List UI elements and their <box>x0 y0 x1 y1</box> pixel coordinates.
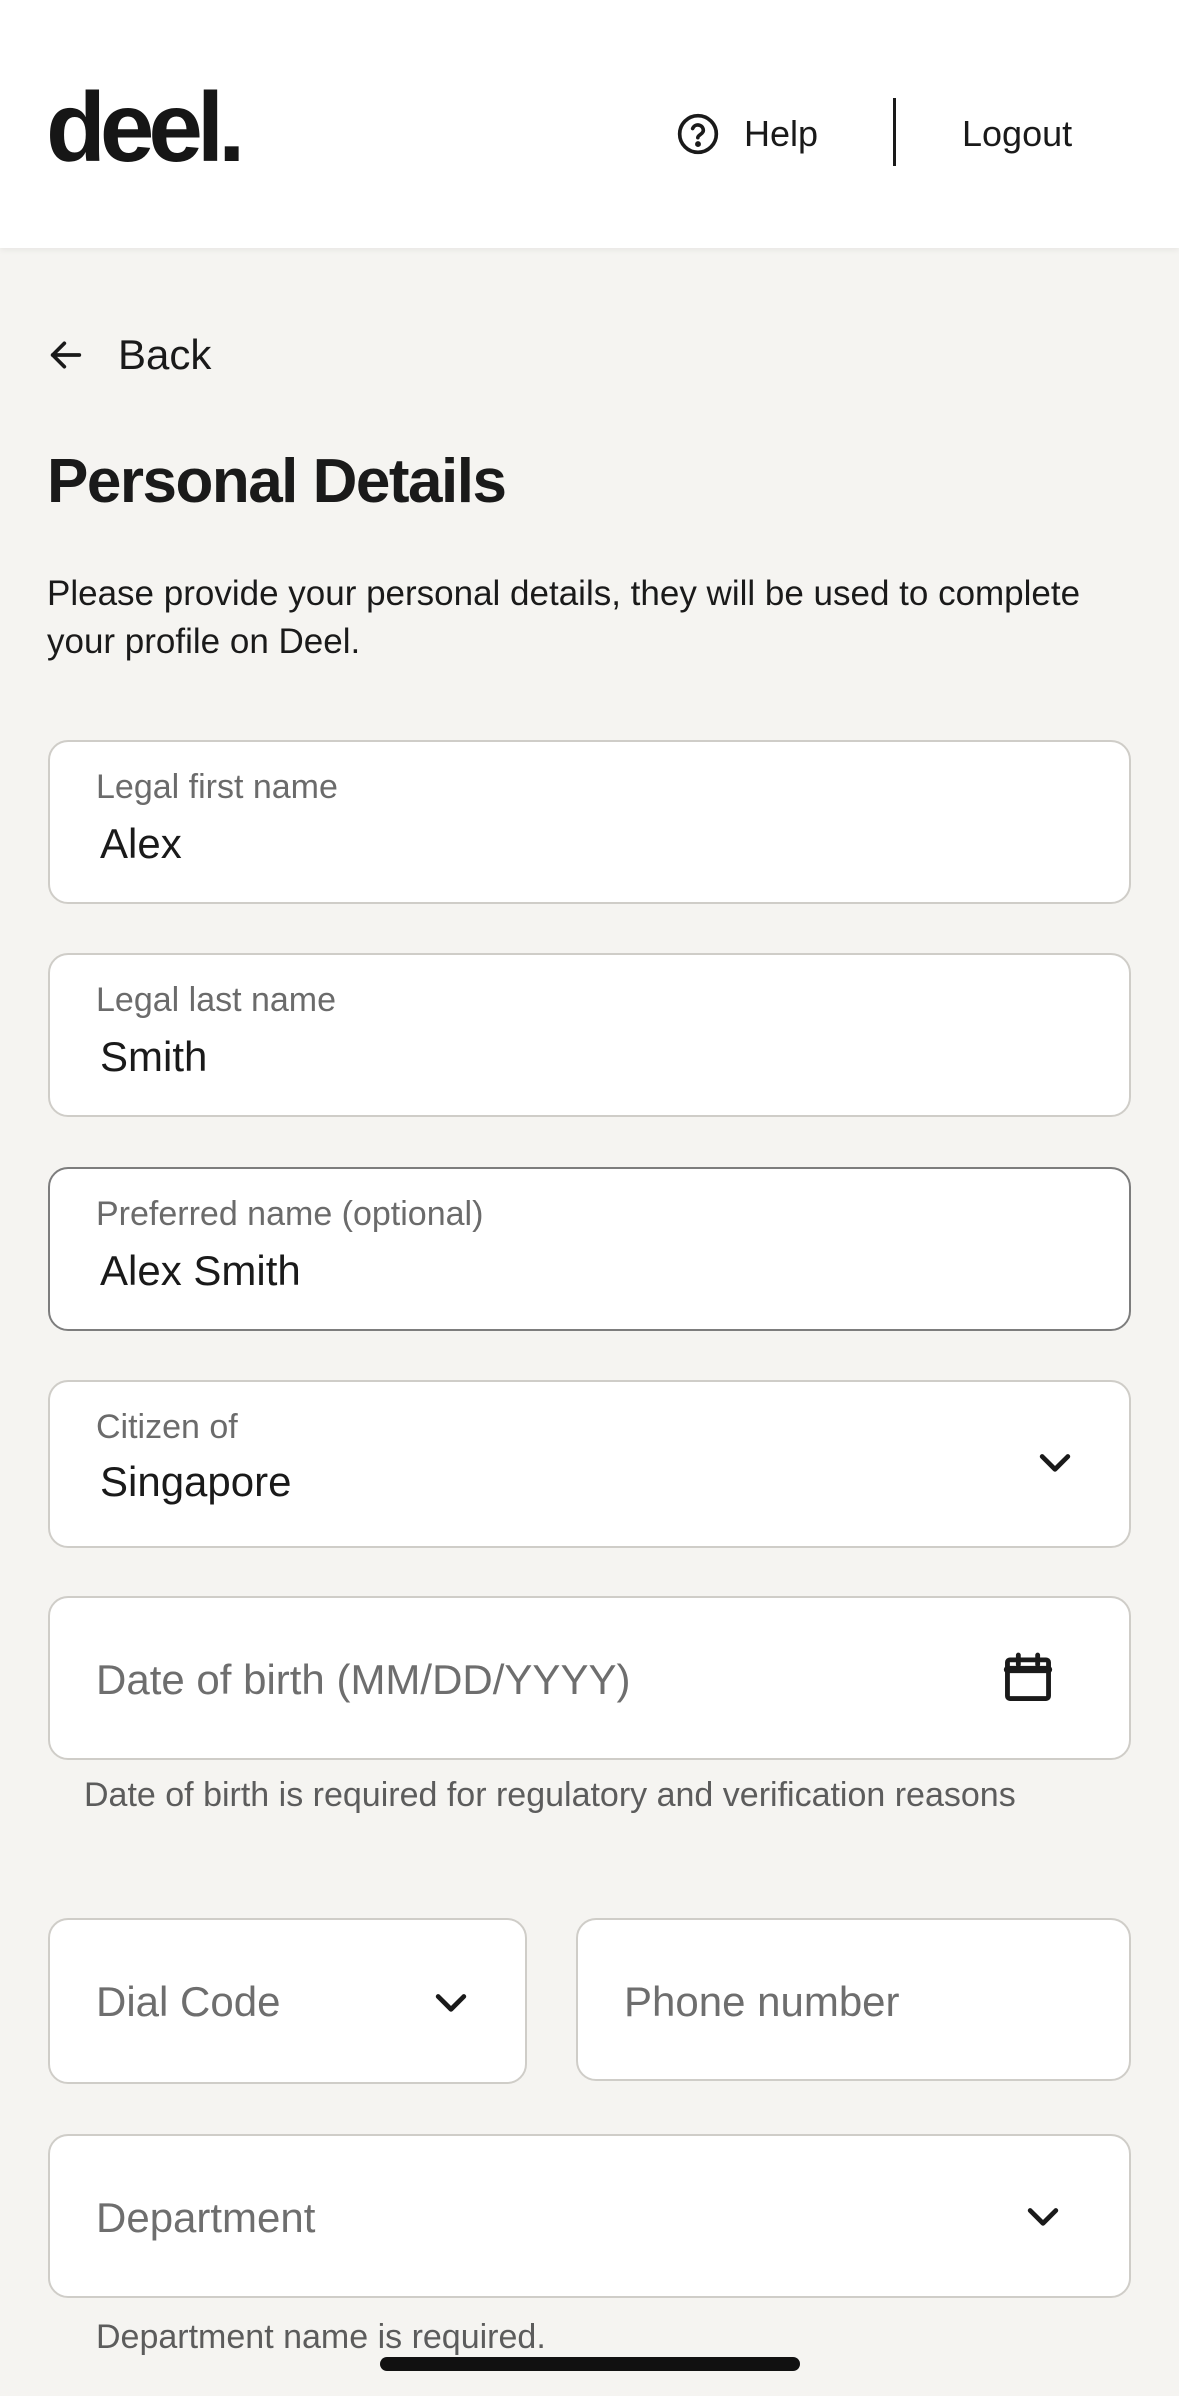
department-error: Department name is required. <box>96 2318 546 2356</box>
chevron-down-icon <box>1027 2208 1059 2226</box>
first-name-value[interactable]: Alex <box>100 820 182 868</box>
date-of-birth-placeholder: Date of birth (MM/DD/YYYY) <box>96 1656 631 1703</box>
dial-code-select[interactable]: Dial Code <box>48 1918 527 2084</box>
department-select[interactable]: Department <box>48 2134 1131 2298</box>
department-placeholder: Department <box>96 2194 316 2241</box>
preferred-name-value[interactable]: Alex Smith <box>100 1247 301 1295</box>
chevron-down-icon <box>435 1994 467 2012</box>
home-indicator <box>380 2357 800 2371</box>
citizen-of-label: Citizen of <box>96 1408 238 1446</box>
top-header: deel. Help Logout <box>0 0 1179 248</box>
header-divider <box>893 98 896 166</box>
help-link[interactable]: Help <box>676 106 818 162</box>
last-name-label: Legal last name <box>96 981 337 1019</box>
last-name-field[interactable]: Legal last name Smith <box>48 953 1131 1117</box>
calendar-icon[interactable] <box>999 1648 1057 1708</box>
date-of-birth-hint: Date of birth is required for regulatory… <box>84 1776 1016 1814</box>
help-label: Help <box>744 113 819 154</box>
phone-number-placeholder: Phone number <box>624 1978 900 2025</box>
first-name-field[interactable]: Legal first name Alex <box>48 740 1131 904</box>
phone-number-field[interactable]: Phone number <box>576 1918 1131 2081</box>
citizen-of-select[interactable]: Citizen of Singapore <box>48 1380 1131 1548</box>
deel-logo[interactable]: deel. <box>46 78 245 176</box>
page-title: Personal Details <box>47 447 507 516</box>
preferred-name-label: Preferred name (optional) <box>96 1195 484 1233</box>
dial-code-placeholder: Dial Code <box>96 1978 281 2025</box>
logout-button[interactable]: Logout <box>962 106 1072 162</box>
question-circle-icon <box>677 113 719 155</box>
preferred-name-field[interactable]: Preferred name (optional) Alex Smith <box>48 1167 1131 1331</box>
back-label: Back <box>118 331 212 378</box>
citizen-of-value: Singapore <box>100 1458 292 1505</box>
date-of-birth-field[interactable]: Date of birth (MM/DD/YYYY) <box>48 1596 1131 1760</box>
arrow-left-icon <box>50 341 82 369</box>
last-name-value[interactable]: Smith <box>100 1033 207 1081</box>
intro-text: Please provide your personal details, th… <box>47 574 1081 661</box>
chevron-down-icon <box>1039 1454 1071 1472</box>
back-link[interactable]: Back <box>46 325 211 385</box>
first-name-label: Legal first name <box>96 768 338 806</box>
